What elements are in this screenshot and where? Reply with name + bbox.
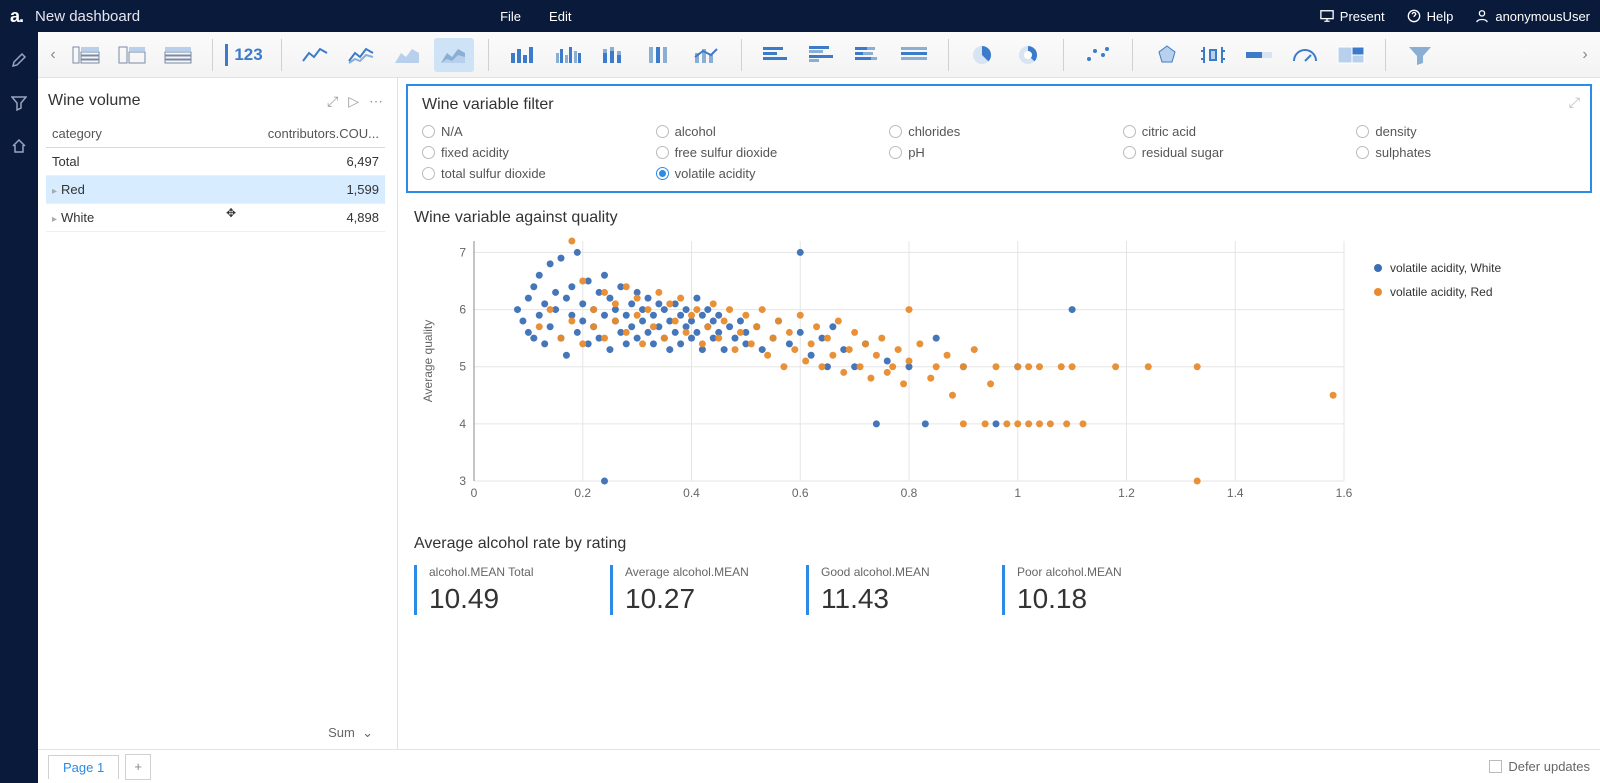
kpi-card: alcohol.MEAN Total10.49 bbox=[414, 565, 574, 615]
ribbon-next[interactable]: › bbox=[1578, 39, 1592, 71]
app-logo: a. bbox=[10, 6, 23, 27]
viz-bullet[interactable] bbox=[1239, 38, 1279, 72]
title-bar: a. New dashboard File Edit Present Help … bbox=[0, 0, 1600, 32]
table-row[interactable]: ▸Red1,599 bbox=[46, 176, 385, 204]
kpi-card: Average alcohol.MEAN10.27 bbox=[610, 565, 770, 615]
panel-title: Wine volume bbox=[48, 92, 140, 110]
scatter-tile: Wine variable against quality 0 0.2 0.4 0.6… bbox=[398, 199, 1600, 521]
edit-icon[interactable] bbox=[11, 52, 27, 73]
svg-text:0.2: 0.2 bbox=[574, 486, 591, 500]
ribbon-prev[interactable]: ‹ bbox=[46, 39, 60, 71]
kpi-card: Poor alcohol.MEAN10.18 bbox=[1002, 565, 1162, 615]
add-page-button[interactable]: + bbox=[125, 754, 151, 780]
user-menu[interactable]: anonymousUser bbox=[1475, 9, 1590, 24]
viz-hbar3[interactable] bbox=[848, 38, 888, 72]
home-icon[interactable] bbox=[11, 138, 27, 159]
filter-option[interactable]: residual sugar bbox=[1123, 145, 1343, 160]
viz-hbar4[interactable] bbox=[894, 38, 934, 72]
svg-text:6: 6 bbox=[459, 303, 466, 317]
filter-icon[interactable] bbox=[11, 95, 27, 116]
expand-icon[interactable]: ⤢ bbox=[327, 93, 338, 110]
viz-area2[interactable] bbox=[434, 38, 474, 72]
svg-text:0.6: 0.6 bbox=[792, 486, 809, 500]
scatter-legend: volatile acidity, White volatile acidity… bbox=[1354, 231, 1501, 521]
viz-number[interactable]: 123 bbox=[227, 38, 267, 72]
aggregation-selector[interactable]: Sum ⌄ bbox=[328, 725, 373, 740]
kpi-tile: Average alcohol rate by rating alcohol.M… bbox=[398, 521, 1600, 625]
more-icon[interactable]: ⋯ bbox=[369, 93, 383, 110]
help-button[interactable]: Help bbox=[1407, 9, 1454, 24]
svg-text:1: 1 bbox=[1014, 486, 1021, 500]
defer-updates-toggle[interactable]: Defer updates bbox=[1489, 759, 1590, 774]
svg-text:5: 5 bbox=[459, 360, 466, 374]
kpi-title: Average alcohol rate by rating bbox=[414, 535, 1584, 553]
filter-option[interactable]: N/A bbox=[422, 124, 642, 139]
viz-table1[interactable] bbox=[66, 38, 106, 72]
svg-text:0.8: 0.8 bbox=[901, 486, 918, 500]
filter-option[interactable]: total sulfur dioxide bbox=[422, 166, 642, 181]
dashboard-title[interactable]: New dashboard bbox=[35, 8, 140, 25]
menu-file[interactable]: File bbox=[500, 9, 521, 24]
viz-hbar2[interactable] bbox=[802, 38, 842, 72]
filter-option[interactable]: free sulfur dioxide bbox=[656, 145, 876, 160]
viz-table3[interactable] bbox=[158, 38, 198, 72]
viz-table2[interactable] bbox=[112, 38, 152, 72]
viz-hbar1[interactable] bbox=[756, 38, 796, 72]
viz-treemap[interactable] bbox=[1331, 38, 1371, 72]
viz-bar2[interactable] bbox=[549, 38, 589, 72]
svg-text:1.2: 1.2 bbox=[1118, 486, 1135, 500]
svg-text:3: 3 bbox=[459, 474, 466, 488]
viz-bar1[interactable] bbox=[503, 38, 543, 72]
viz-line1[interactable] bbox=[296, 38, 336, 72]
scatter-title: Wine variable against quality bbox=[414, 209, 1584, 227]
svg-text:Average quality: Average quality bbox=[421, 320, 435, 403]
chart-ribbon: ‹ 123 bbox=[38, 32, 1600, 78]
svg-text:1.4: 1.4 bbox=[1227, 486, 1244, 500]
svg-text:4: 4 bbox=[459, 417, 466, 431]
viz-area1[interactable] bbox=[388, 38, 428, 72]
kpi-card: Good alcohol.MEAN11.43 bbox=[806, 565, 966, 615]
present-button[interactable]: Present bbox=[1320, 9, 1385, 24]
wine-variable-filter: ⤢ Wine variable filter N/A alcohol chlorid… bbox=[406, 84, 1592, 193]
left-rail bbox=[0, 32, 38, 783]
viz-bar5[interactable] bbox=[687, 38, 727, 72]
viz-radar[interactable] bbox=[1147, 38, 1187, 72]
filter-option[interactable]: sulphates bbox=[1356, 145, 1576, 160]
viz-bar4[interactable] bbox=[641, 38, 681, 72]
svg-text:0.4: 0.4 bbox=[683, 486, 700, 500]
col-contributors[interactable]: contributors.COU... bbox=[196, 120, 385, 147]
menu-edit[interactable]: Edit bbox=[549, 9, 571, 24]
scatter-chart[interactable]: 0 0.2 0.4 0.6 0.8 1 1.2 1.4 1.6 3 4 5 6 7 Average qual… bbox=[414, 231, 1354, 521]
expand-filter-icon[interactable]: ⤢ bbox=[1569, 94, 1580, 111]
svg-text:1.6: 1.6 bbox=[1336, 486, 1353, 500]
cursor-icon: ✥ bbox=[226, 206, 236, 220]
filter-option[interactable]: alcohol bbox=[656, 124, 876, 139]
play-icon[interactable]: ▷ bbox=[348, 93, 359, 110]
filter-option[interactable]: density bbox=[1356, 124, 1576, 139]
viz-line2[interactable] bbox=[342, 38, 382, 72]
filter-option[interactable]: volatile acidity bbox=[656, 166, 876, 181]
viz-gauge[interactable] bbox=[1285, 38, 1325, 72]
viz-bar3[interactable] bbox=[595, 38, 635, 72]
viz-pie[interactable] bbox=[963, 38, 1003, 72]
viz-donut[interactable] bbox=[1009, 38, 1049, 72]
table-row[interactable]: Total6,497 bbox=[46, 148, 385, 176]
main-menu: File Edit bbox=[500, 9, 571, 24]
viz-box[interactable] bbox=[1193, 38, 1233, 72]
viz-funnel[interactable] bbox=[1400, 38, 1440, 72]
table-row[interactable]: ▸White4,898 bbox=[46, 204, 385, 232]
col-category[interactable]: category bbox=[46, 120, 196, 147]
wine-volume-panel: Wine volume ⤢ ▷ ⋯ category contributors.… bbox=[38, 78, 398, 749]
filter-option[interactable]: citric acid bbox=[1123, 124, 1343, 139]
page-tab[interactable]: Page 1 bbox=[48, 755, 119, 779]
page-footer: Page 1 + Defer updates bbox=[38, 749, 1600, 783]
filter-option[interactable]: pH bbox=[889, 145, 1109, 160]
viz-scatter[interactable] bbox=[1078, 38, 1118, 72]
svg-text:0: 0 bbox=[471, 486, 478, 500]
filter-option[interactable]: chlorides bbox=[889, 124, 1109, 139]
filter-title: Wine variable filter bbox=[422, 96, 1576, 114]
svg-text:7: 7 bbox=[459, 245, 466, 259]
filter-option[interactable]: fixed acidity bbox=[422, 145, 642, 160]
